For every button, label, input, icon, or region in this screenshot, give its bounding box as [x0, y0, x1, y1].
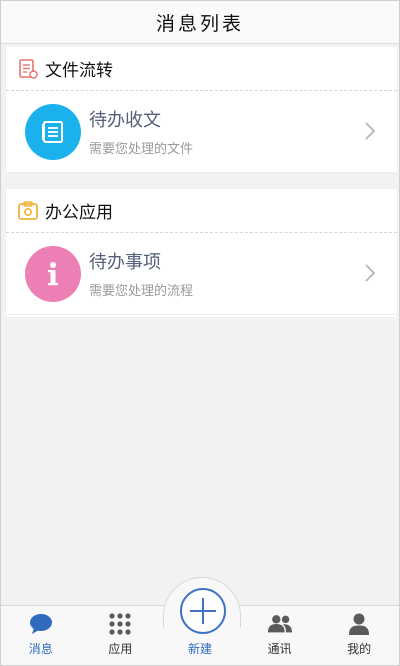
- item-subtitle: 需要您处理的文件: [89, 142, 194, 157]
- tab-apps[interactable]: 应用: [81, 606, 161, 665]
- chat-bubble-icon: [28, 612, 54, 636]
- user-icon: [346, 612, 372, 636]
- list-item-pending-tasks[interactable]: 待办事项 需要您处理的流程: [6, 233, 397, 315]
- item-subtitle: 需要您处理的流程: [89, 284, 194, 299]
- item-text: 待办事项 需要您处理的流程: [89, 248, 193, 299]
- section-file-flow: 文件流转 待办收文 需要您处理的文件: [6, 47, 397, 173]
- chevron-right-icon: [365, 264, 376, 282]
- tab-me[interactable]: 我的: [319, 606, 399, 665]
- list-item-pending-documents[interactable]: 待办收文 需要您处理的文件: [6, 91, 397, 173]
- section-header: 办公应用: [6, 189, 397, 233]
- page-title: 消息列表: [155, 12, 244, 35]
- chevron-right-icon: [365, 122, 376, 140]
- contacts-icon: [267, 612, 293, 636]
- top-nav-bar: 消息列表: [1, 1, 399, 44]
- document-icon: [17, 58, 39, 80]
- tab-label: 消息: [28, 642, 53, 656]
- tab-label: 应用: [108, 642, 133, 656]
- tab-label: 通讯: [267, 642, 292, 656]
- section-title: 文件流转: [45, 61, 113, 81]
- tab-label: 我的: [347, 642, 372, 656]
- item-title: 待办事项: [89, 252, 161, 273]
- section-header: 文件流转: [6, 47, 397, 91]
- item-text: 待办收文 需要您处理的文件: [89, 106, 193, 157]
- section-office-apps: 办公应用 待办事项 需要您处理的流程: [6, 189, 397, 317]
- grid-dots-icon: [107, 612, 133, 636]
- item-title: 待办收文: [89, 110, 161, 131]
- section-title: 办公应用: [45, 203, 113, 223]
- list-doc-icon: [25, 103, 81, 160]
- tab-contacts[interactable]: 通讯: [240, 606, 320, 665]
- info-icon: [25, 245, 81, 302]
- office-app-icon: [17, 200, 39, 222]
- tab-label: 新建: [187, 642, 212, 656]
- tab-messages[interactable]: 消息: [1, 606, 81, 665]
- plus-circle-icon[interactable]: [180, 588, 226, 634]
